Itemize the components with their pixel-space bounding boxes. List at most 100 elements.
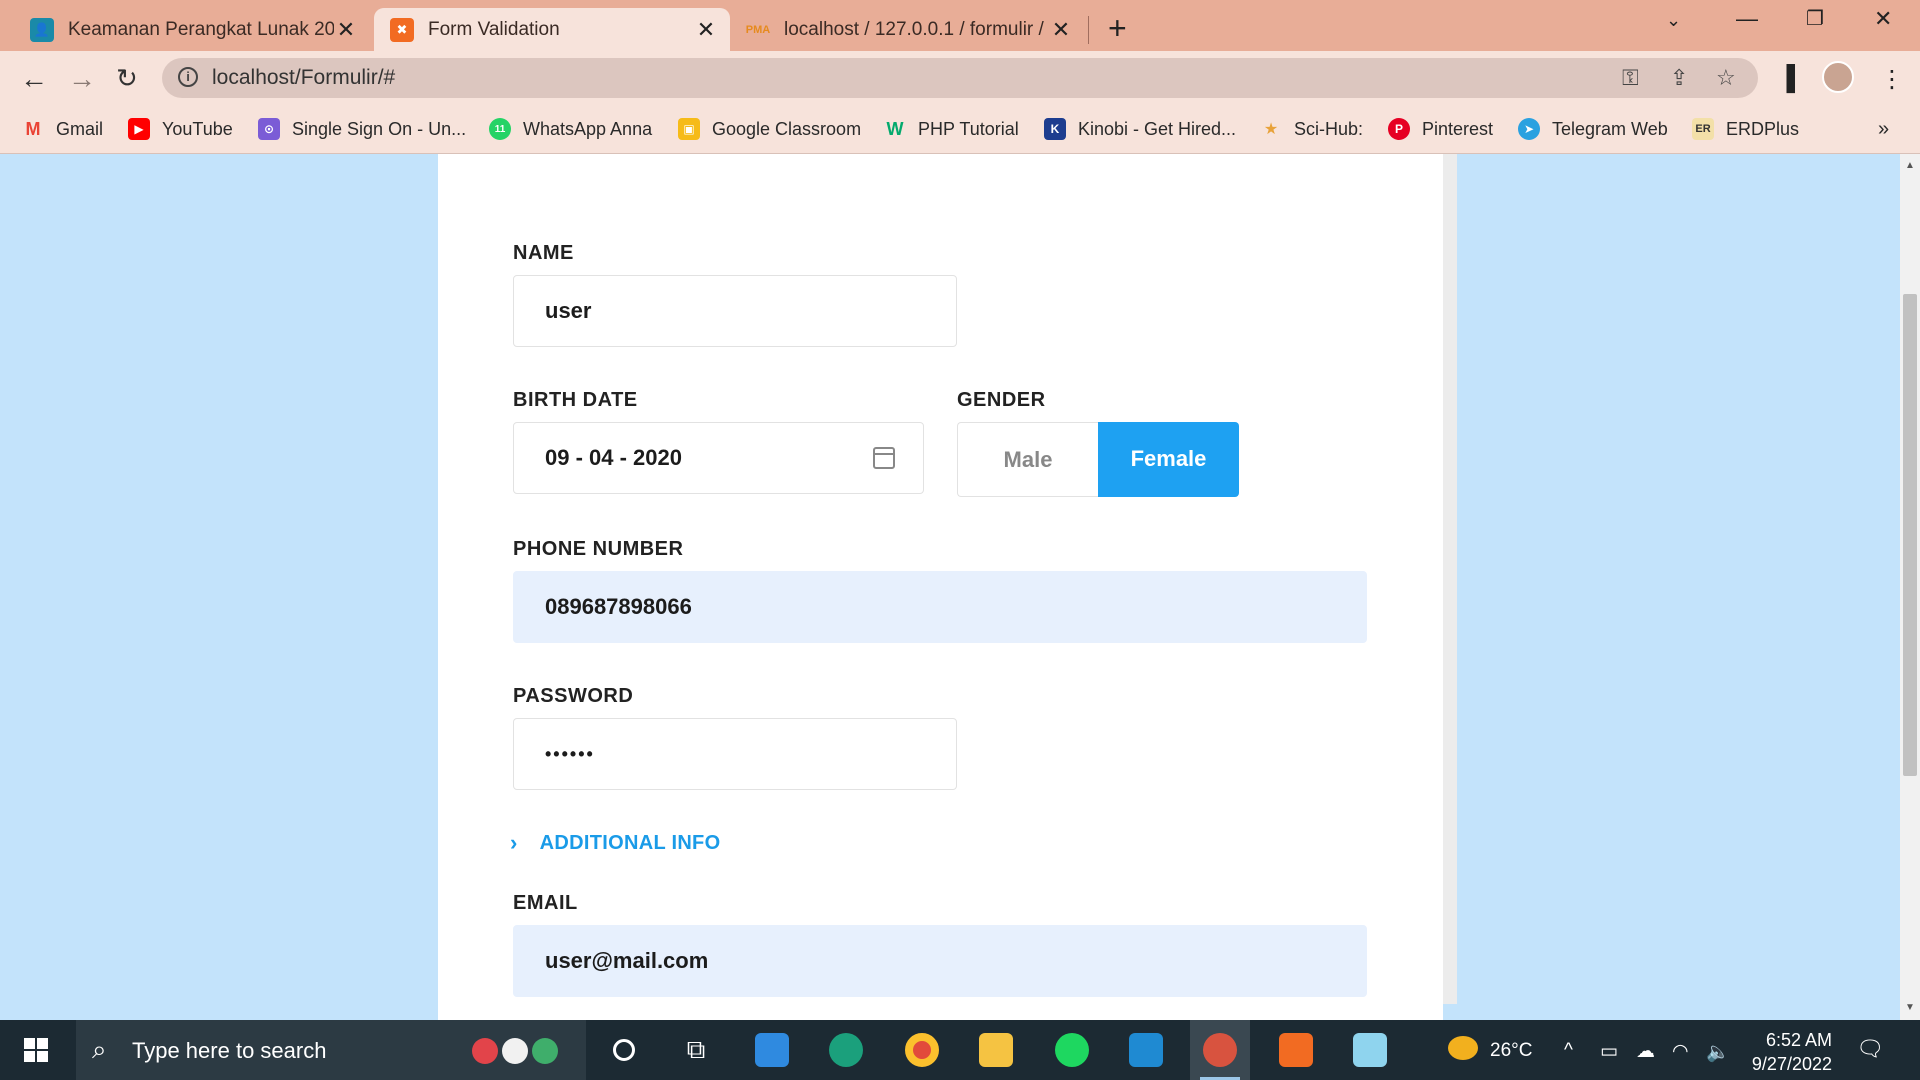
close-tab-icon[interactable]: ✕ bbox=[694, 17, 718, 43]
bookmark-whatsapp[interactable]: 11 WhatsApp Anna bbox=[489, 118, 652, 140]
classroom-icon: ▣ bbox=[678, 118, 700, 140]
phone-input[interactable]: 089687898066 bbox=[513, 571, 1367, 643]
vscode-app-icon[interactable] bbox=[1116, 1020, 1176, 1080]
bookmark-kinobi[interactable]: K Kinobi - Get Hired... bbox=[1044, 118, 1236, 140]
search-placeholder: Type here to search bbox=[132, 1038, 327, 1063]
tab-label: localhost / 127.0.0.1 / formulir / u bbox=[784, 18, 1049, 40]
classroom-tab-icon: 👤 bbox=[30, 17, 54, 42]
back-arrow-icon[interactable]: ← bbox=[20, 63, 48, 95]
calendar-icon[interactable] bbox=[873, 447, 895, 469]
chrome-app-icon[interactable] bbox=[892, 1020, 952, 1080]
pinterest-icon: P bbox=[1388, 118, 1410, 140]
mail-app-icon[interactable] bbox=[742, 1020, 802, 1080]
task-view-icon[interactable]: ⧉ bbox=[666, 1020, 726, 1080]
forward-arrow-icon[interactable]: → bbox=[68, 63, 96, 95]
card-edge bbox=[1443, 154, 1457, 1004]
name-input[interactable]: user bbox=[513, 275, 957, 347]
name-label: NAME bbox=[513, 242, 574, 264]
gmail-icon: M bbox=[25, 118, 41, 139]
bookmark-label: Google Classroom bbox=[712, 118, 862, 139]
bookmark-youtube[interactable]: ▶ YouTube bbox=[128, 118, 233, 140]
bookmark-sso[interactable]: ⊙ Single Sign On - Un... bbox=[258, 118, 466, 140]
address-url[interactable]: localhost/Formulir/# bbox=[212, 66, 395, 90]
close-window-icon[interactable]: ✕ bbox=[1874, 6, 1892, 32]
meet-now-icon[interactable]: ▭ bbox=[1600, 1040, 1618, 1063]
scroll-down-arrow-icon[interactable]: ▼ bbox=[1905, 1002, 1915, 1013]
share-icon[interactable]: ⇪ bbox=[1670, 65, 1688, 91]
bookmark-label: Sci-Hub: bbox=[1294, 118, 1364, 139]
bookmark-php-tutorial[interactable]: W PHP Tutorial bbox=[884, 118, 1019, 140]
gender-male-option[interactable]: Male bbox=[957, 422, 1098, 497]
clock-date: 9/27/2022 bbox=[1751, 1054, 1832, 1074]
restore-icon[interactable]: ❐ bbox=[1806, 6, 1824, 31]
notification-icon[interactable]: 🗨 bbox=[1856, 1036, 1884, 1062]
bookmark-label: Kinobi - Get Hired... bbox=[1078, 118, 1237, 139]
site-info-icon[interactable]: i bbox=[178, 67, 198, 87]
taskbar-search-box[interactable]: ⌕ Type here to search bbox=[76, 1020, 586, 1080]
phpmyadmin-tab-icon: PMA bbox=[745, 23, 771, 36]
sso-icon: ⊙ bbox=[258, 118, 280, 140]
bookmark-gmail[interactable]: M Gmail bbox=[22, 118, 104, 140]
tray-chevron-icon[interactable]: ^ bbox=[1564, 1040, 1573, 1062]
browser-toolbar: ← → ↻ i localhost/Formulir/# ⚿ ⇪ ☆ ▐ ⋮ bbox=[0, 51, 1920, 106]
new-tab-icon[interactable]: + bbox=[1108, 10, 1127, 47]
bookmark-pinterest[interactable]: P Pinterest bbox=[1388, 118, 1493, 140]
xampp-tab-icon: ✖ bbox=[390, 17, 414, 42]
scroll-up-arrow-icon[interactable]: ▲ bbox=[1905, 160, 1915, 171]
profile-avatar[interactable] bbox=[1822, 61, 1854, 93]
search-highlight-art bbox=[472, 1030, 572, 1072]
close-tab-icon[interactable]: ✕ bbox=[334, 17, 358, 43]
weather-icon[interactable] bbox=[1448, 1036, 1478, 1066]
tab-label: Keamanan Perangkat Lunak 2020 bbox=[68, 18, 334, 40]
wifi-icon[interactable]: ◠ bbox=[1672, 1040, 1689, 1063]
xampp-app-icon[interactable] bbox=[1266, 1020, 1326, 1080]
tab-search-chevron-icon[interactable]: ⌄ bbox=[1666, 10, 1681, 31]
onedrive-icon[interactable]: ☁ bbox=[1636, 1040, 1655, 1063]
tab-form-validation[interactable]: ✖ Form Validation ✕ bbox=[374, 8, 730, 51]
tab-separator bbox=[1088, 16, 1089, 44]
email-input[interactable]: user@mail.com bbox=[513, 925, 1367, 997]
gender-female-option[interactable]: Female bbox=[1098, 422, 1239, 497]
tab-keamanan[interactable]: 👤 Keamanan Perangkat Lunak 2020 ✕ bbox=[0, 8, 370, 51]
taskbar-clock[interactable]: 6:52 AM 9/27/2022 bbox=[1712, 1028, 1832, 1076]
notes-app-icon[interactable] bbox=[1340, 1020, 1400, 1080]
key-icon[interactable]: ⚿ bbox=[1622, 65, 1639, 91]
address-bar[interactable]: i localhost/Formulir/# ⚿ ⇪ ☆ bbox=[162, 58, 1758, 98]
bookmark-star-icon[interactable]: ☆ bbox=[1716, 65, 1736, 91]
menu-dots-icon[interactable]: ⋮ bbox=[1880, 65, 1904, 94]
file-explorer-icon[interactable] bbox=[966, 1020, 1026, 1080]
chrome-profile-app-icon[interactable] bbox=[1190, 1020, 1250, 1080]
youtube-icon: ▶ bbox=[128, 118, 150, 140]
clock-time: 6:52 AM bbox=[1765, 1030, 1832, 1050]
bookmark-classroom[interactable]: ▣ Google Classroom bbox=[678, 118, 861, 140]
bookmark-scihub[interactable]: ★ Sci-Hub: bbox=[1260, 118, 1363, 140]
bookmark-label: ERDPlus bbox=[1726, 118, 1800, 139]
chevron-right-icon: › bbox=[510, 830, 518, 855]
bookmark-erdplus[interactable]: ER ERDPlus bbox=[1692, 118, 1799, 140]
search-icon: ⌕ bbox=[92, 1034, 107, 1064]
additional-info-toggle[interactable]: › ADDITIONAL INFO bbox=[510, 830, 720, 856]
erdplus-icon: ER bbox=[1692, 118, 1714, 140]
cortana-icon[interactable] bbox=[594, 1020, 654, 1080]
bookmark-telegram[interactable]: ➤ Telegram Web bbox=[1518, 118, 1668, 140]
edge-app-icon[interactable] bbox=[816, 1020, 876, 1080]
email-label: EMAIL bbox=[513, 892, 578, 914]
bookmark-label: Telegram Web bbox=[1552, 118, 1668, 139]
scihub-icon: ★ bbox=[1263, 121, 1279, 138]
side-panel-icon[interactable]: ▐ bbox=[1778, 65, 1795, 93]
weather-temp[interactable]: 26°C bbox=[1490, 1040, 1532, 1062]
birth-date-input[interactable]: 09 - 04 - 2020 bbox=[513, 422, 924, 494]
minimize-icon[interactable]: — bbox=[1736, 6, 1758, 32]
tab-phpmyadmin[interactable]: PMA localhost / 127.0.0.1 / formulir / u… bbox=[730, 8, 1085, 51]
telegram-icon: ➤ bbox=[1518, 118, 1540, 140]
birth-date-label: BIRTH DATE bbox=[513, 389, 638, 411]
more-bookmarks-icon[interactable]: » bbox=[1878, 118, 1889, 141]
scrollbar-thumb[interactable] bbox=[1903, 294, 1917, 776]
bookmark-label: YouTube bbox=[162, 118, 233, 139]
spotify-app-icon[interactable] bbox=[1042, 1020, 1102, 1080]
password-input[interactable]: •••••• bbox=[513, 718, 957, 790]
windows-start-icon[interactable] bbox=[24, 1038, 48, 1062]
reload-icon[interactable]: ↻ bbox=[116, 63, 138, 94]
page-scrollbar[interactable]: ▲ ▼ bbox=[1900, 154, 1920, 1020]
close-tab-icon[interactable]: ✕ bbox=[1049, 17, 1073, 43]
